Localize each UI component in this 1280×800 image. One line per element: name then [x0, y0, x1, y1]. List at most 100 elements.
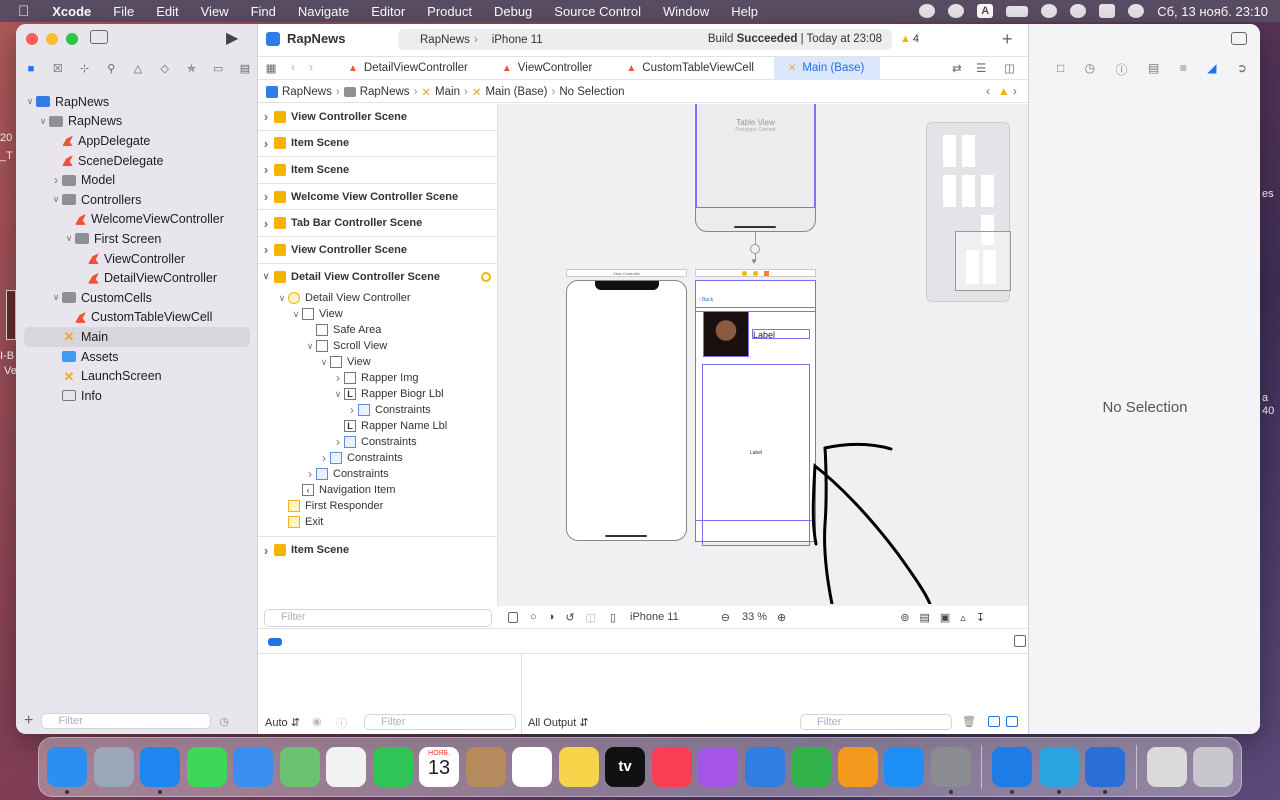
- minimap-viewport[interactable]: [955, 231, 1011, 291]
- file-inspector-icon[interactable]: □: [1057, 61, 1064, 78]
- history-inspector-icon[interactable]: ◷: [1085, 61, 1095, 78]
- dock-app-maps[interactable]: [279, 747, 320, 787]
- dock-app-app-store[interactable]: [884, 747, 924, 787]
- dock-app-downloads[interactable]: [1146, 747, 1187, 787]
- dock-app-numbers[interactable]: [791, 747, 831, 787]
- dock-app-launchpad[interactable]: [93, 747, 134, 787]
- chevron-right-icon[interactable]: ›: [318, 451, 330, 465]
- align-icon[interactable]: ▤: [919, 611, 929, 624]
- canvas-device-label[interactable]: iPhone 11: [630, 611, 679, 623]
- siri-icon[interactable]: [1128, 4, 1145, 18]
- menu-file[interactable]: File: [102, 4, 145, 19]
- jump-localization[interactable]: Main (Base): [485, 86, 547, 98]
- canvas-minimap[interactable]: [926, 122, 1011, 302]
- menu-editor[interactable]: Editor: [360, 4, 416, 19]
- menu-product[interactable]: Product: [416, 4, 483, 19]
- tab-customtableviewcell[interactable]: ▲ CustomTableViewCell: [612, 57, 768, 80]
- outline-scene[interactable]: › Item Scene: [258, 157, 497, 184]
- related-items-icon[interactable]: ▦: [258, 61, 284, 75]
- test-navigator-tab-icon[interactable]: ◇: [158, 62, 172, 76]
- view-controller-scene[interactable]: [566, 280, 687, 541]
- storyboard-canvas[interactable]: Table View Prototype Content ▼ View Cont…: [498, 104, 1028, 606]
- rapper-bio-label[interactable]: Label: [702, 364, 810, 546]
- navigator-item[interactable]: ∨ RapNews: [24, 112, 250, 132]
- outline-scene[interactable]: › View Controller Scene: [258, 237, 497, 264]
- zoom-in-icon[interactable]: ⊕: [777, 611, 786, 624]
- outline-item[interactable]: › Rapper Img: [258, 370, 497, 386]
- chevron-down-icon[interactable]: ∨: [276, 293, 288, 304]
- symbol-navigator-tab-icon[interactable]: ⊹: [78, 62, 92, 76]
- issue-next-icon[interactable]: ›: [1013, 86, 1017, 98]
- chevron-right-icon[interactable]: ›: [258, 543, 274, 558]
- chevron-down-icon[interactable]: ∨: [50, 194, 62, 205]
- appearance-icon[interactable]: ○: [530, 611, 537, 623]
- dock-app-safari[interactable]: [140, 747, 180, 794]
- chevron-right-icon[interactable]: ›: [50, 173, 62, 187]
- jump-file[interactable]: Main: [435, 86, 460, 98]
- adjust-editor-options-icon[interactable]: ⇄: [952, 61, 962, 75]
- table-view-scene[interactable]: Table View Prototype Content: [695, 104, 816, 232]
- menu-view[interactable]: View: [190, 4, 240, 19]
- menu-source-control[interactable]: Source Control: [543, 4, 652, 19]
- menu-help[interactable]: Help: [720, 4, 769, 19]
- back-arrow-icon[interactable]: ‹: [284, 62, 302, 74]
- tab-detailviewcontroller[interactable]: ▲ DetailViewController: [334, 57, 482, 80]
- add-constraints-icon[interactable]: ▣: [940, 611, 950, 624]
- dark-mode-icon[interactable]: ◑: [548, 611, 555, 623]
- navigator-item[interactable]: ViewController: [24, 249, 250, 269]
- breakpoint-navigator-tab-icon[interactable]: ▭: [211, 62, 225, 76]
- info-icon[interactable]: ⓘ: [336, 715, 347, 731]
- dock-app-messages[interactable]: [186, 747, 227, 787]
- device-selector[interactable]: iPhone 11: [492, 34, 543, 46]
- resolve-issues-icon[interactable]: ▵: [960, 611, 966, 624]
- chevron-down-icon[interactable]: ∨: [318, 357, 330, 368]
- jump-selection[interactable]: No Selection: [559, 86, 624, 98]
- dock-app-keynote[interactable]: [744, 747, 785, 787]
- outline-scene[interactable]: › Item Scene: [258, 537, 497, 564]
- menu-app-name[interactable]: Xcode: [41, 4, 102, 19]
- update-frames-icon[interactable]: ⊚: [900, 611, 909, 624]
- outline-item[interactable]: ∨ Scroll View: [258, 338, 497, 354]
- navigator-item[interactable]: ✕ LaunchScreen: [24, 366, 250, 386]
- connections-inspector-icon[interactable]: ➲: [1237, 61, 1247, 78]
- chevron-down-icon[interactable]: ∨: [304, 341, 316, 352]
- outline-scene[interactable]: › Item Scene: [258, 131, 497, 158]
- outline-scene[interactable]: › Tab Bar Controller Scene: [258, 210, 497, 237]
- dock-app-xcode[interactable]: [992, 747, 1032, 794]
- play-status-icon[interactable]: [948, 4, 965, 18]
- wifi-icon[interactable]: [1041, 4, 1058, 18]
- navigator-item[interactable]: Assets: [24, 347, 250, 367]
- inspector-toggle-icon[interactable]: [1231, 32, 1247, 45]
- debug-area-toggle-icon[interactable]: [268, 638, 282, 646]
- add-editor-icon[interactable]: ◫: [1004, 61, 1015, 75]
- control-center-icon[interactable]: [1099, 4, 1116, 18]
- navigator-item[interactable]: AppDelegate: [24, 131, 250, 151]
- dock-app-photos[interactable]: [326, 747, 366, 787]
- dock-app-reminders[interactable]: [512, 747, 552, 787]
- outline-item[interactable]: ∨ View: [258, 306, 497, 322]
- outline-item[interactable]: ‹ Navigation Item: [258, 482, 497, 498]
- recent-files-icon[interactable]: ◷: [219, 715, 229, 728]
- navigator-item[interactable]: ∨ RapNews: [24, 92, 250, 112]
- chevron-right-icon[interactable]: ›: [304, 467, 316, 481]
- close-window-button[interactable]: [26, 33, 38, 45]
- forward-arrow-icon[interactable]: ›: [302, 62, 320, 74]
- jump-group[interactable]: RapNews: [360, 86, 410, 98]
- quick-help-icon[interactable]: ⓘ: [1116, 61, 1128, 78]
- spotlight-icon[interactable]: [1070, 4, 1087, 18]
- zoom-level[interactable]: 33 %: [742, 611, 767, 623]
- navigator-item[interactable]: ∨ First Screen: [24, 229, 250, 249]
- layout-icon[interactable]: ◫: [586, 611, 596, 624]
- variables-filter-field[interactable]: Filter: [364, 714, 516, 730]
- apple-icon[interactable]: : [0, 3, 41, 20]
- navigator-item[interactable]: DetailViewController: [24, 268, 250, 288]
- navigator-item[interactable]: ∨ Controllers: [24, 190, 250, 210]
- scene-warning-icon[interactable]: [481, 271, 491, 282]
- eye-icon[interactable]: ◉: [312, 715, 322, 728]
- vc-scene-header[interactable]: View Controller: [566, 269, 687, 277]
- identity-inspector-icon[interactable]: ▤: [1148, 61, 1159, 78]
- dock-app-instruments[interactable]: [1085, 747, 1125, 794]
- attributes-inspector-icon[interactable]: ≡: [1180, 61, 1187, 78]
- jump-project[interactable]: RapNews: [282, 86, 332, 98]
- chevron-down-icon[interactable]: ∨: [290, 309, 302, 320]
